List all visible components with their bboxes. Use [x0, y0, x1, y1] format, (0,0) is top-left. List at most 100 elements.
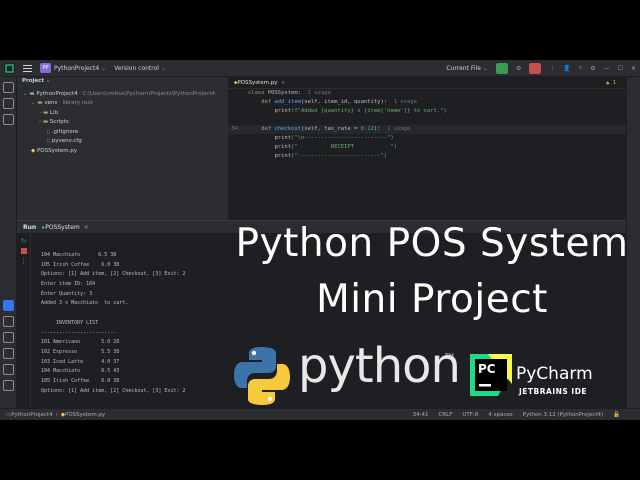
close-icon[interactable]: ✕: [84, 224, 89, 231]
more-tools-icon[interactable]: [3, 114, 14, 125]
breadcrumb-separator: ›: [55, 411, 58, 418]
run-tab[interactable]: POSSystem: [45, 224, 80, 231]
minimize-icon[interactable]: —: [600, 60, 614, 76]
more-icon[interactable]: ⋮: [17, 257, 30, 265]
code-lines: class POSSystem: 1 usage def add_item (se…: [228, 89, 626, 161]
debug-icon[interactable]: ⚙: [512, 60, 525, 76]
tree-label: .gitignore: [51, 128, 79, 135]
project-name: PythonProject4: [54, 64, 100, 72]
project-badge: PP: [40, 63, 51, 73]
code-token: class: [248, 90, 268, 96]
tree-item-gitignore[interactable]: ▯ .gitignore: [17, 128, 228, 138]
editor-tab[interactable]: ◆ POSSystem.py ✕ ▲ 1: [228, 77, 626, 89]
app-menu-icon[interactable]: [0, 60, 19, 76]
python-packages-icon[interactable]: [3, 316, 14, 327]
terminal-icon[interactable]: [3, 364, 14, 375]
tree-item-pyvenv[interactable]: ▯ pyvenv.cfg: [17, 137, 228, 147]
chevron-down-icon: ⌄: [160, 64, 166, 72]
code-token: print: [248, 153, 292, 159]
line-number: [228, 134, 248, 143]
notifications-icon[interactable]: [629, 82, 637, 90]
code-token: ("-------------------------"): [291, 153, 388, 159]
left-tool-strip: [0, 77, 17, 408]
code-token: (self, tax_rate =: [301, 126, 361, 132]
tree-item-possystem[interactable]: ◆ POSSystem.py: [17, 147, 228, 157]
settings-icon[interactable]: ⚙: [586, 60, 599, 76]
close-icon[interactable]: ✕: [281, 80, 284, 86]
headline: Python POS System Mini Project: [232, 216, 632, 328]
python-wordmark: python: [298, 338, 461, 394]
stop-button[interactable]: [525, 60, 545, 76]
tree-item-venv[interactable]: ⌄ ▬ venv library root: [17, 99, 228, 109]
tree-label: venv: [44, 100, 58, 106]
code-token: def: [248, 99, 275, 105]
vcs-selector[interactable]: Version control ⌄: [110, 60, 170, 76]
code-line[interactable]: class POSSystem: 1 usage: [228, 89, 626, 98]
more-icon[interactable]: ⋮: [545, 60, 559, 76]
code-line[interactable]: print ("-------------------------"): [228, 152, 626, 161]
rerun-button[interactable]: [492, 60, 512, 76]
project-panel: Project ⌄ ⌄ ▬ PythonProject4 C:\Users\rm…: [17, 77, 228, 220]
run-toolbar: ↻ ⋮: [17, 233, 31, 409]
line-number: [228, 89, 248, 98]
run-tool-icon[interactable]: [3, 300, 14, 311]
chevron-down-icon: ⌄: [482, 64, 488, 72]
folder-icon[interactable]: [3, 82, 14, 93]
project-selector[interactable]: PP PythonProject4 ⌄: [36, 60, 110, 76]
breadcrumb-file[interactable]: POSSystem.py: [65, 412, 105, 418]
code-token: ):: [373, 126, 388, 132]
code-token: add_item: [274, 99, 302, 105]
code-token: 1 usage: [387, 126, 411, 132]
database-icon[interactable]: [629, 95, 637, 103]
tree-item-scripts[interactable]: › ▬ Scripts: [17, 118, 228, 128]
tree-path: C:\Users\rmhsx\PycharmProjects\PythonPro…: [82, 90, 216, 97]
search-icon[interactable]: ⌕: [575, 60, 586, 76]
code-line[interactable]: 34 def checkout (self, tax_rate = 0.12): …: [228, 125, 626, 134]
tree-label: Lib: [49, 109, 58, 116]
git-icon[interactable]: [3, 380, 14, 391]
line-number: [228, 107, 248, 116]
code-line[interactable]: print ("\n-------------------------"): [228, 134, 626, 143]
caret-position[interactable]: 34:41: [413, 412, 429, 418]
code-editor[interactable]: ◆ POSSystem.py ✕ ▲ 1 class POSSystem: 1 …: [228, 77, 626, 220]
pycharm-badge: PC: [478, 362, 496, 376]
tree-label: Scripts: [49, 119, 69, 125]
python-console-icon[interactable]: [3, 332, 14, 343]
code-line[interactable]: def add_item (self, item_id, quantity): 1…: [228, 98, 626, 107]
breadcrumb-project[interactable]: PythonProject4: [11, 412, 52, 418]
maximize-icon[interactable]: ☐: [614, 60, 627, 76]
chevron-down-icon: ⌄: [45, 78, 51, 84]
line-separator[interactable]: CRLF: [438, 412, 452, 418]
warning-count: 1: [612, 79, 616, 86]
code-line[interactable]: [228, 116, 626, 125]
problems-icon[interactable]: [3, 348, 14, 359]
collab-icon[interactable]: 👤: [559, 60, 574, 76]
run-config-selector[interactable]: Current File ⌄: [442, 60, 492, 76]
rerun-icon[interactable]: ↻: [17, 237, 30, 245]
stop-icon[interactable]: [20, 248, 27, 254]
code-token: (self, item_id, quantity):: [301, 99, 394, 105]
tree-item-root[interactable]: ⌄ ▬ PythonProject4 C:\Users\rmhsx\Pychar…: [17, 90, 228, 100]
code-token: POSSystem:: [267, 90, 308, 96]
run-config-label: Current File: [446, 64, 481, 72]
code-token: checkout: [274, 126, 302, 132]
tree-label: POSSystem.py: [36, 147, 78, 154]
line-number: [228, 116, 248, 125]
tree-label: PythonProject4: [36, 90, 78, 97]
code-line[interactable]: print (" RECEIPT "): [228, 143, 626, 152]
warning-icon[interactable]: ▲ 1: [606, 80, 616, 86]
tree-item-lib[interactable]: › ▬ Lib: [17, 109, 228, 119]
headline-line-2: Mini Project: [316, 277, 548, 322]
file-encoding[interactable]: UTF-8: [462, 412, 478, 418]
indent-setting[interactable]: 4 spaces: [488, 412, 512, 418]
close-icon[interactable]: ✕: [627, 60, 640, 76]
code-token: print: [248, 144, 292, 150]
pycharm-subtitle: JETBRAINS IDE: [519, 387, 588, 396]
structure-icon[interactable]: [3, 98, 14, 109]
lock-icon[interactable]: 🔓: [613, 412, 620, 418]
code-line[interactable]: print (f"Added {quantity} x {item['name']…: [228, 107, 626, 116]
hamburger-menu-icon[interactable]: [19, 60, 36, 76]
interpreter[interactable]: Python 3.12 (PythonProject4): [523, 412, 603, 418]
